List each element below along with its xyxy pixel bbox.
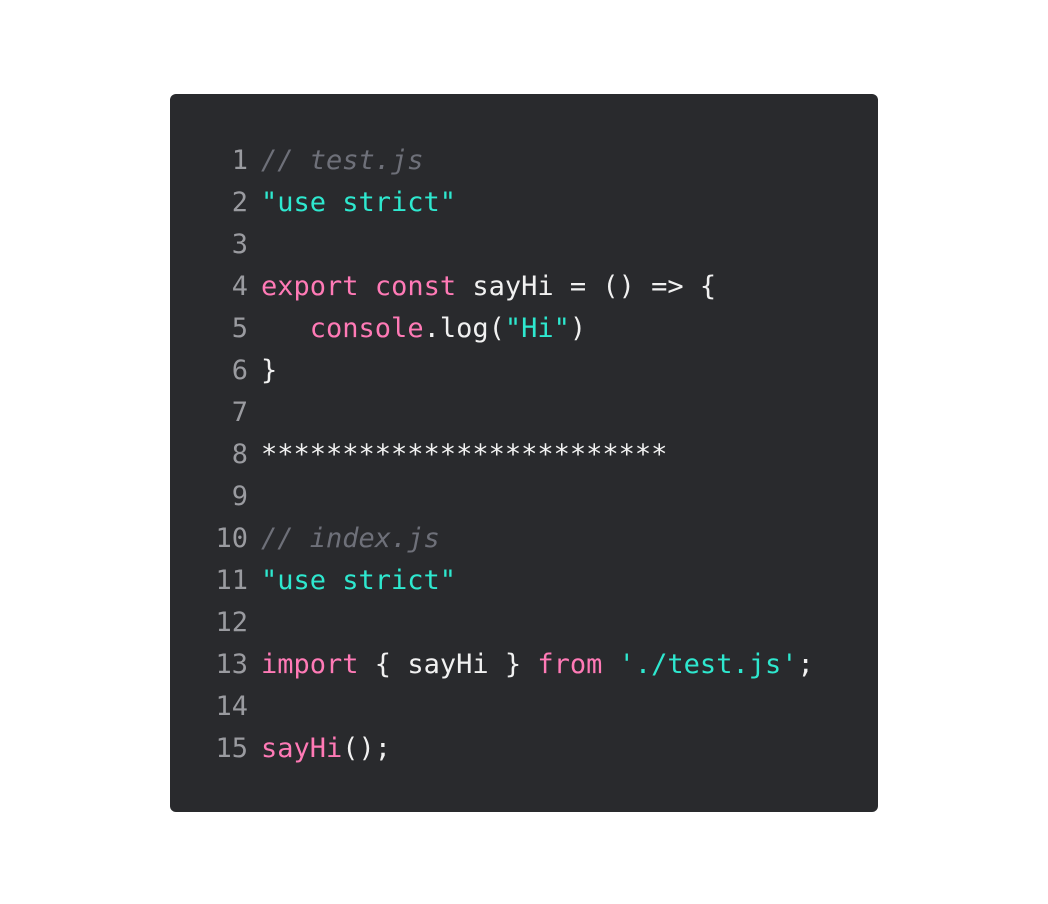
code-line: 15 sayHi(); bbox=[170, 728, 878, 770]
token-plain: sayHi = () => { bbox=[456, 271, 717, 302]
line-number: 2 bbox=[231, 187, 248, 218]
line-number: 6 bbox=[231, 355, 248, 386]
code-line: 14 bbox=[170, 686, 878, 728]
code-line: 10 // index.js bbox=[170, 518, 878, 560]
line-code: export const sayHi = () => { bbox=[261, 266, 716, 308]
token-keyword: console bbox=[309, 313, 424, 344]
token-string: "Hi" bbox=[504, 313, 570, 344]
token-plain: (); bbox=[342, 733, 392, 764]
token-plain: ************************* bbox=[261, 439, 668, 470]
line-number: 5 bbox=[231, 313, 248, 344]
line-code: } bbox=[261, 350, 277, 392]
line-number: 10 bbox=[215, 523, 248, 554]
token-comment: // test.js bbox=[261, 145, 424, 176]
line-number: 12 bbox=[215, 607, 248, 638]
line-code: // test.js bbox=[261, 140, 424, 182]
line-number: 14 bbox=[215, 691, 248, 722]
line-number: 3 bbox=[231, 229, 248, 260]
line-number: 13 bbox=[215, 649, 248, 680]
token-keyword: const bbox=[374, 271, 457, 302]
code-line: 1 // test.js bbox=[170, 140, 878, 182]
line-number: 1 bbox=[231, 145, 248, 176]
token-keyword: from bbox=[537, 649, 603, 680]
token-keyword: import bbox=[261, 649, 359, 680]
line-number: 11 bbox=[215, 565, 248, 596]
code-line: 12 bbox=[170, 602, 878, 644]
code-line: 2 "use strict" bbox=[170, 182, 878, 224]
code-editor-panel: 1 // test.js 2 "use strict" 3 4 export const s… bbox=[170, 94, 878, 812]
line-code: console.log("Hi") bbox=[261, 308, 586, 350]
line-code: sayHi(); bbox=[261, 728, 391, 770]
token-plain: .log( bbox=[423, 313, 505, 344]
token-plain: { sayHi } bbox=[358, 649, 538, 680]
code-line: 8 ************************* bbox=[170, 434, 878, 476]
line-number: 8 bbox=[231, 439, 248, 470]
token-plain: ) bbox=[569, 313, 587, 344]
code-line: 13 import { sayHi } from './test.js'; bbox=[170, 644, 878, 686]
token-string: "use strict" bbox=[261, 565, 457, 596]
token-plain: } bbox=[261, 355, 278, 386]
code-line: 7 bbox=[170, 392, 878, 434]
line-code: "use strict" bbox=[261, 560, 456, 602]
token-string: "use strict" bbox=[261, 187, 457, 218]
code-line: 6} bbox=[170, 350, 878, 392]
code-line: 11 "use strict" bbox=[170, 560, 878, 602]
token-plain: ; bbox=[797, 649, 814, 680]
code-line: 4 export const sayHi = () => { bbox=[170, 266, 878, 308]
token-string: './test.js' bbox=[618, 649, 798, 680]
code-line: 9 bbox=[170, 476, 878, 518]
line-code: ************************* bbox=[261, 434, 667, 476]
token-keyword: sayHi bbox=[261, 733, 343, 764]
code-line: 3 bbox=[170, 224, 878, 266]
line-number: 4 bbox=[231, 271, 248, 302]
token-comment: // index.js bbox=[261, 523, 440, 554]
line-code: // index.js bbox=[261, 518, 440, 560]
code-line: 5 console.log("Hi") bbox=[170, 308, 878, 350]
line-number: 7 bbox=[231, 397, 248, 428]
token-keyword: export bbox=[261, 271, 359, 302]
line-code: import { sayHi } from './test.js'; bbox=[261, 644, 814, 686]
line-number: 15 bbox=[215, 733, 248, 764]
line-number: 9 bbox=[231, 481, 248, 512]
line-code: "use strict" bbox=[261, 182, 456, 224]
